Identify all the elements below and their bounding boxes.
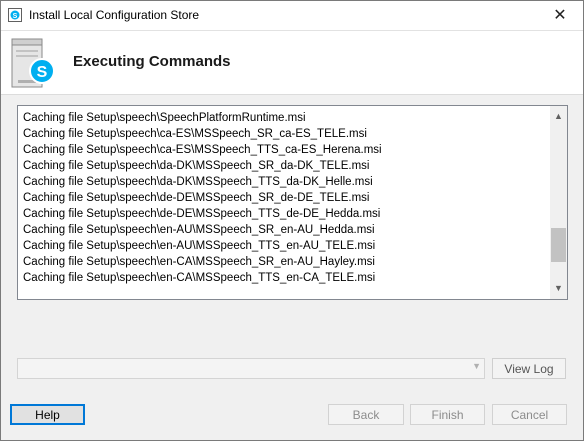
log-line: Caching file Setup\speech\ca-ES\MSSpeech… <box>23 128 367 140</box>
log-scrollbar[interactable]: ▲ ▼ <box>550 106 567 299</box>
wizard-header: S Executing Commands <box>1 31 583 95</box>
log-line: Caching file Setup\speech\da-DK\MSSpeech… <box>23 176 373 188</box>
installer-window: S Install Local Configuration Store ✕ S … <box>0 0 584 441</box>
log-line: Caching file Setup\speech\en-CA\MSSpeech… <box>23 256 375 268</box>
cancel-button[interactable]: Cancel <box>492 404 567 425</box>
help-button[interactable]: Help <box>10 404 85 425</box>
view-log-button[interactable]: View Log <box>492 358 566 379</box>
scroll-down-icon[interactable]: ▼ <box>550 280 567 297</box>
svg-text:S: S <box>13 13 18 20</box>
scroll-thumb[interactable] <box>551 227 566 262</box>
log-line: Caching file Setup\speech\SpeechPlatform… <box>23 112 306 124</box>
skype-server-icon: S <box>11 38 55 88</box>
log-line: Caching file Setup\speech\da-DK\MSSpeech… <box>23 160 370 172</box>
scroll-up-icon[interactable]: ▲ <box>550 108 567 125</box>
window-title: Install Local Configuration Store <box>29 8 200 22</box>
log-select-dropdown[interactable]: ▼ <box>17 358 485 379</box>
log-line: Caching file Setup\speech\de-DE\MSSpeech… <box>23 208 381 220</box>
page-title: Executing Commands <box>73 53 231 70</box>
log-line: Caching file Setup\speech\ca-ES\MSSpeech… <box>23 144 382 156</box>
close-button[interactable]: ✕ <box>537 1 583 30</box>
title-bar: S Install Local Configuration Store ✕ <box>1 1 583 31</box>
log-line: Caching file Setup\speech\de-DE\MSSpeech… <box>23 192 370 204</box>
log-line: Caching file Setup\speech\en-AU\MSSpeech… <box>23 224 375 236</box>
log-line: Caching file Setup\speech\en-CA\MSSpeech… <box>23 272 376 284</box>
close-icon: ✕ <box>553 7 567 24</box>
log-lines: Caching file Setup\speech\SpeechPlatform… <box>23 110 547 286</box>
finish-button[interactable]: Finish <box>410 404 485 425</box>
chevron-down-icon: ▼ <box>472 361 481 371</box>
svg-text:S: S <box>37 64 48 81</box>
log-line: Caching file Setup\speech\en-AU\MSSpeech… <box>23 240 376 252</box>
skype-app-icon: S <box>8 8 22 22</box>
back-button[interactable]: Back <box>328 404 404 425</box>
command-log[interactable]: Caching file Setup\speech\SpeechPlatform… <box>17 105 568 300</box>
